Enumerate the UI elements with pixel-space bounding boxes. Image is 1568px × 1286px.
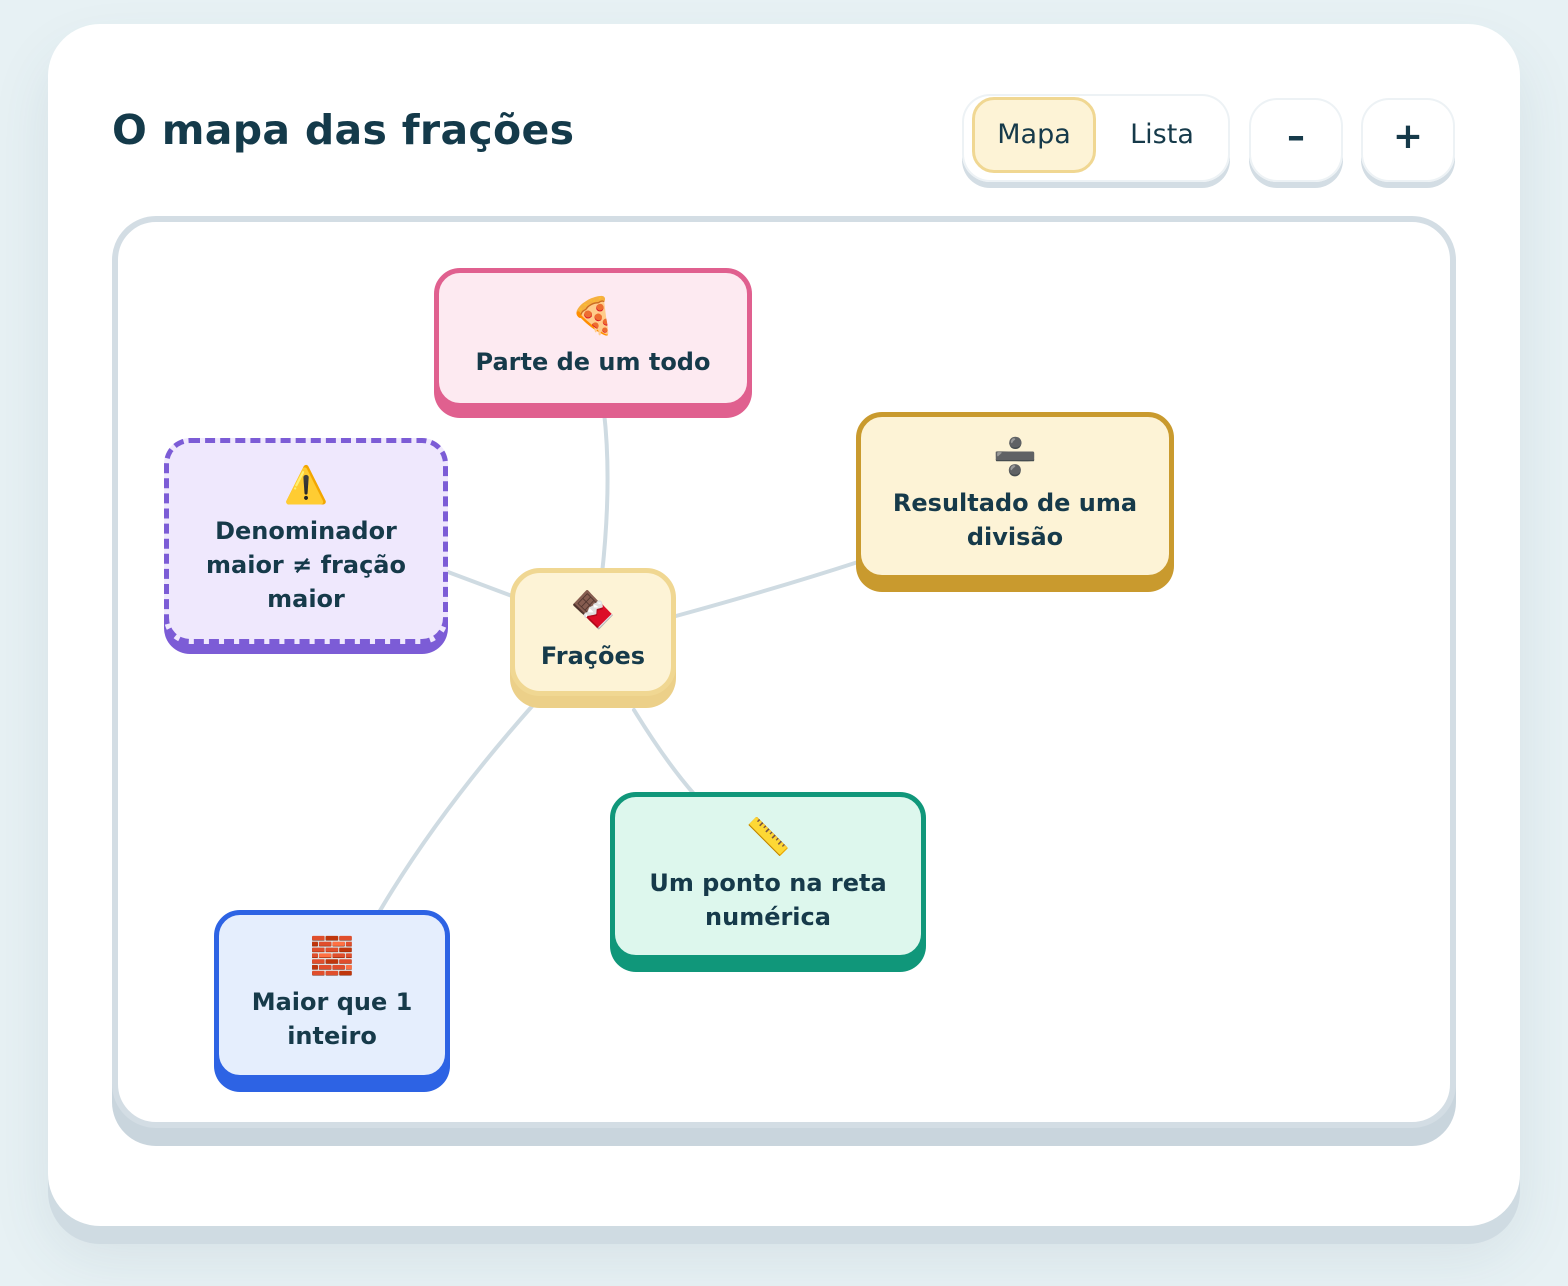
node-denominador-maior[interactable]: ⚠️ Denominador maior ≠ fração maior [164,438,448,644]
list-view-button[interactable]: Lista [1102,97,1222,173]
node-parte-de-um-todo[interactable]: 🍕 Parte de um todo [434,268,752,408]
node-ponto-na-reta[interactable]: 📏 Um ponto na reta numérica [610,792,926,960]
zoom-out-button[interactable]: – [1249,98,1343,182]
map-canvas[interactable]: 🍕 Parte de um todo ➗ Resultado de uma di… [112,216,1456,1128]
page-title: O mapa das frações [112,106,575,154]
divide-icon: ➗ [992,437,1038,478]
link-ponto [632,708,696,796]
node-label: Denominador maior ≠ fração maior [206,517,406,613]
node-label: Frações [540,642,646,670]
chocolate-icon: 🍫 [570,590,616,631]
pizza-icon: 🍕 [570,296,616,337]
node-fracoes-center[interactable]: 🍫 Frações [510,568,676,696]
link-parte [600,410,610,576]
node-label: Parte de um todo [475,348,711,376]
link-maior [376,702,536,916]
node-label: Resultado de uma divisão [892,489,1138,551]
link-denominador [446,570,514,598]
fraction-map-card: O mapa das frações Mapa Lista – + 🍕 Part… [48,24,1520,1226]
zoom-in-button[interactable]: + [1361,98,1455,182]
map-view-button[interactable]: Mapa [972,97,1096,173]
view-toggle: Mapa Lista [962,94,1230,182]
link-resultado [674,560,860,618]
warning-icon: ⚠️ [283,465,329,506]
node-label: Maior que 1 inteiro [251,988,413,1050]
node-maior-que-1-inteiro[interactable]: 🧱 Maior que 1 inteiro [214,910,450,1080]
node-resultado-de-uma-divisao[interactable]: ➗ Resultado de uma divisão [856,412,1174,580]
brick-icon: 🧱 [309,936,355,977]
ruler-icon: 📏 [745,817,791,858]
node-label: Um ponto na reta numérica [649,869,887,931]
